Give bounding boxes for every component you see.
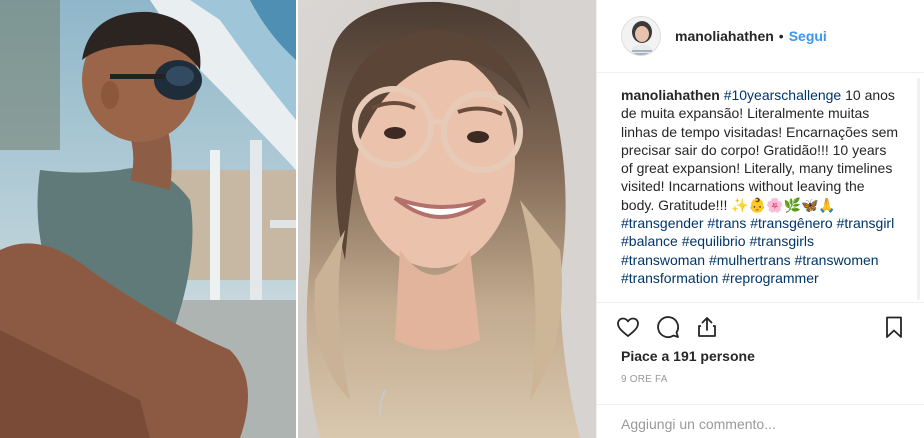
avatar-image <box>622 17 660 55</box>
share-button[interactable] <box>693 313 721 341</box>
hashtag-link[interactable]: #10yearschallenge <box>724 87 842 103</box>
share-icon <box>698 317 716 337</box>
hashtag-link[interactable]: #balance <box>621 233 678 249</box>
separator-dot: • <box>778 28 784 44</box>
hashtag-link[interactable]: #equilibrio <box>682 233 746 249</box>
comment-icon <box>657 316 679 338</box>
hashtag-link[interactable]: #mulhertrans <box>709 252 791 268</box>
post-timestamp[interactable]: 9 ORE FA <box>621 374 668 385</box>
follow-button[interactable]: Segui <box>789 28 827 44</box>
avatar[interactable] <box>621 16 661 56</box>
hashtag-link[interactable]: #transgirl <box>837 215 895 231</box>
post-actions: Piace a 191 persone 9 ORE FA <box>597 302 924 404</box>
hashtag-link[interactable]: #transgender <box>621 215 704 231</box>
post-sidebar: manoliahathen • Segui manoliahathen #10y… <box>596 0 924 438</box>
hashtag-link[interactable]: #reprogrammer <box>722 270 818 286</box>
comment-input[interactable] <box>621 415 901 433</box>
instagram-post: manoliahathen • Segui manoliahathen #10y… <box>0 0 924 438</box>
bookmark-icon <box>886 316 902 338</box>
hashtag-link[interactable]: #transgênero <box>750 215 833 231</box>
post-photo[interactable] <box>0 0 596 438</box>
hashtag-link[interactable]: #trans <box>707 215 746 231</box>
hashtag-link[interactable]: #transwoman <box>621 252 705 268</box>
hashtag-link[interactable]: #transformation <box>621 270 718 286</box>
heart-icon <box>617 317 639 337</box>
left-photo <box>0 0 296 438</box>
save-button[interactable] <box>880 313 908 341</box>
post-header: manoliahathen • Segui <box>597 0 924 73</box>
caption-username[interactable]: manoliahathen <box>621 87 720 103</box>
header-username[interactable]: manoliahathen <box>675 28 774 44</box>
post-caption: manoliahathen #10yearschallenge 10 anos … <box>621 86 901 302</box>
likes-count[interactable]: Piace a 191 persone <box>621 348 755 364</box>
like-button[interactable] <box>614 313 642 341</box>
collage-image <box>0 0 596 438</box>
caption-scrollbar[interactable] <box>917 78 920 300</box>
hashtag-link[interactable]: #transwomen <box>795 252 879 268</box>
comment-form <box>597 404 924 438</box>
caption-text: 10 anos de muita expansão! Literalmente … <box>621 87 899 213</box>
comment-button[interactable] <box>654 313 682 341</box>
right-photo <box>298 0 596 438</box>
hashtag-link[interactable]: #transgirls <box>749 233 814 249</box>
